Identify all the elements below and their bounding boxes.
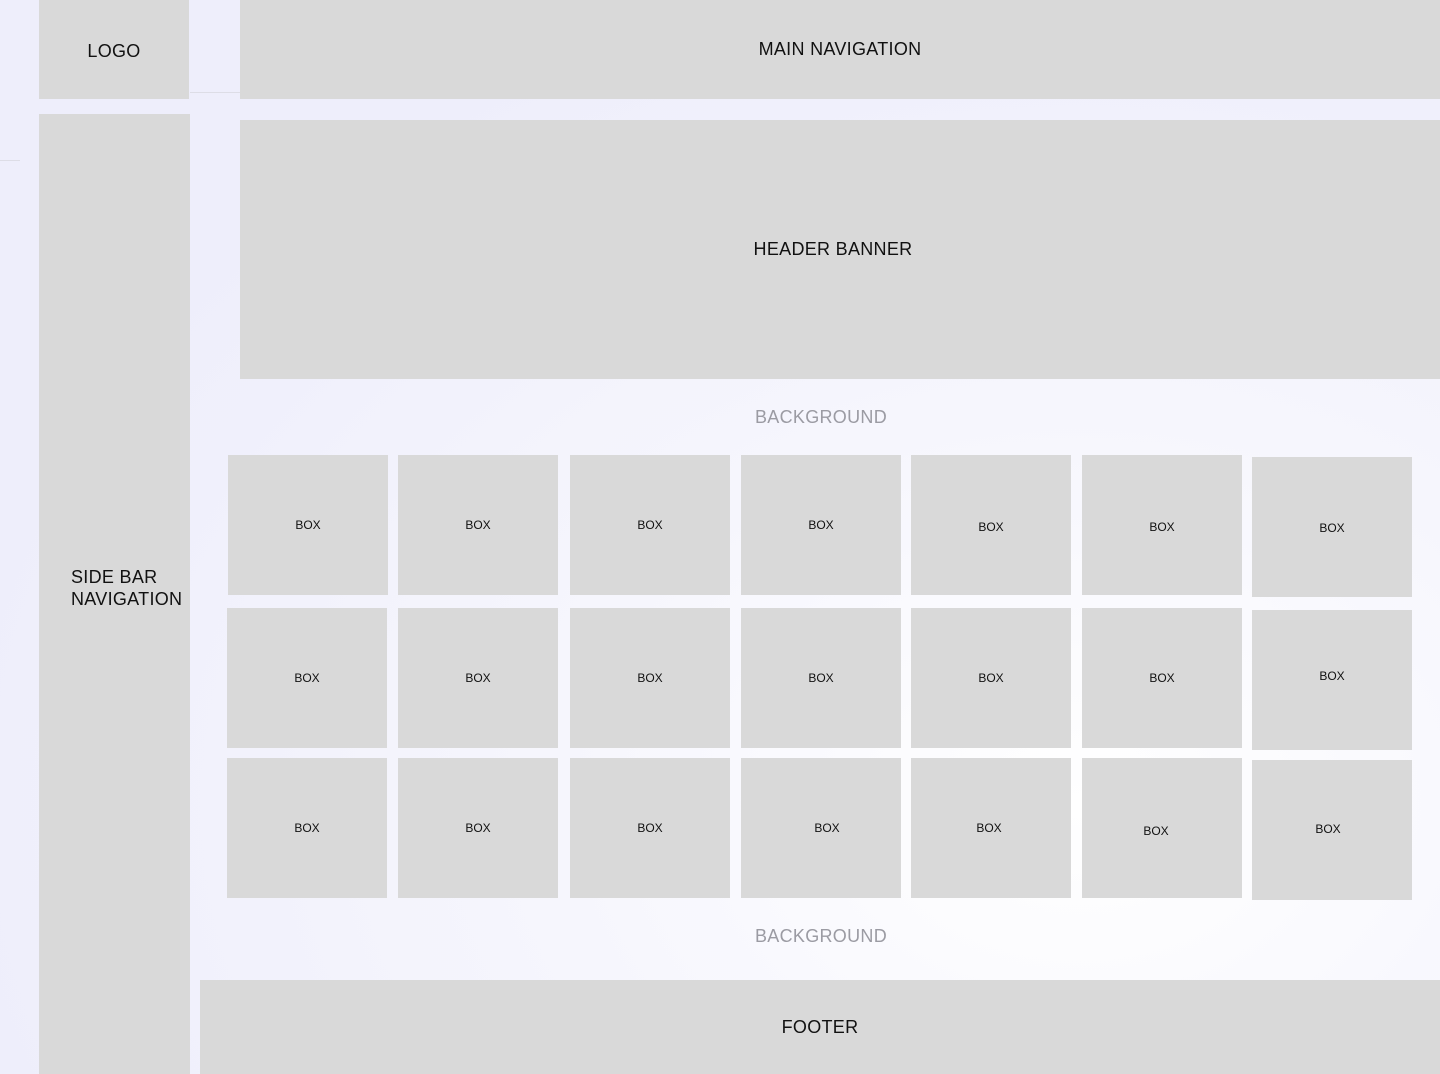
logo-label: LOGO <box>87 41 141 61</box>
grid-box-label: BOX <box>465 671 491 685</box>
grid-box[interactable]: BOX <box>1082 758 1242 898</box>
background-label-top: BACKGROUND <box>754 407 887 427</box>
grid-box[interactable]: BOX <box>741 455 901 595</box>
grid-box[interactable]: BOX <box>1252 760 1412 900</box>
grid-box-label: BOX <box>637 671 663 685</box>
grid-box-label: BOX <box>814 821 840 835</box>
grid-box[interactable]: BOX <box>1082 608 1242 748</box>
grid-box-label: BOX <box>1315 822 1341 836</box>
grid-box[interactable]: BOX <box>911 608 1071 748</box>
grid-box-label: BOX <box>1319 521 1345 535</box>
grid-box[interactable]: BOX <box>570 758 730 898</box>
grid-box-label: BOX <box>1149 520 1175 534</box>
grid-box-label: BOX <box>978 671 1004 685</box>
main-navigation-label: MAIN NAVIGATION <box>758 39 922 59</box>
grid-box-label: BOX <box>1319 669 1345 683</box>
grid-box[interactable]: BOX <box>741 758 901 898</box>
footer-label: FOOTER <box>781 1016 859 1037</box>
header-banner: HEADER BANNER <box>240 120 1440 379</box>
grid-box-label: BOX <box>978 520 1004 534</box>
grid-box-label: BOX <box>465 821 491 835</box>
grid-box-label: BOX <box>294 671 320 685</box>
grid-box-label: BOX <box>295 518 321 532</box>
grid-box[interactable]: BOX <box>570 455 730 595</box>
grid-box[interactable]: BOX <box>1082 455 1242 595</box>
grid-box[interactable]: BOX <box>741 608 901 748</box>
main-navigation[interactable]: MAIN NAVIGATION <box>240 0 1440 99</box>
grid-box-label: BOX <box>1149 671 1175 685</box>
grid-box-label: BOX <box>808 671 834 685</box>
header-banner-label: HEADER BANNER <box>753 239 913 259</box>
grid-box[interactable]: BOX <box>398 608 558 748</box>
grid-box-label: BOX <box>1143 824 1169 838</box>
logo[interactable]: LOGO <box>39 0 189 99</box>
background-label-bottom: BACKGROUND <box>754 926 887 946</box>
sidebar-label-line1: SIDE BAR <box>71 567 158 587</box>
grid-box-label: BOX <box>637 518 663 532</box>
grid-box[interactable]: BOX <box>570 608 730 748</box>
grid-box[interactable]: BOX <box>227 608 387 748</box>
grid-box[interactable]: BOX <box>1252 610 1412 750</box>
grid-box-label: BOX <box>465 518 491 532</box>
grid-box[interactable]: BOX <box>227 758 387 898</box>
sidebar-label-line2: NAVIGATION <box>71 589 183 609</box>
grid-box[interactable]: BOX <box>398 758 558 898</box>
grid-box-label: BOX <box>637 821 663 835</box>
divider-line <box>0 160 20 161</box>
sidebar-navigation-label: SIDE BAR NAVIGATION <box>71 566 182 610</box>
divider-line <box>190 92 240 93</box>
grid-box[interactable]: BOX <box>398 455 558 595</box>
grid-box-label: BOX <box>976 821 1002 835</box>
grid-box[interactable]: BOX <box>911 758 1071 898</box>
footer: FOOTER <box>200 980 1440 1074</box>
grid-box[interactable]: BOX <box>1252 457 1412 597</box>
grid-box[interactable]: BOX <box>911 455 1071 595</box>
grid-box-label: BOX <box>294 821 320 835</box>
grid-box-label: BOX <box>808 518 834 532</box>
grid-box[interactable]: BOX <box>228 455 388 595</box>
sidebar-navigation[interactable]: SIDE BAR NAVIGATION <box>39 114 190 1074</box>
